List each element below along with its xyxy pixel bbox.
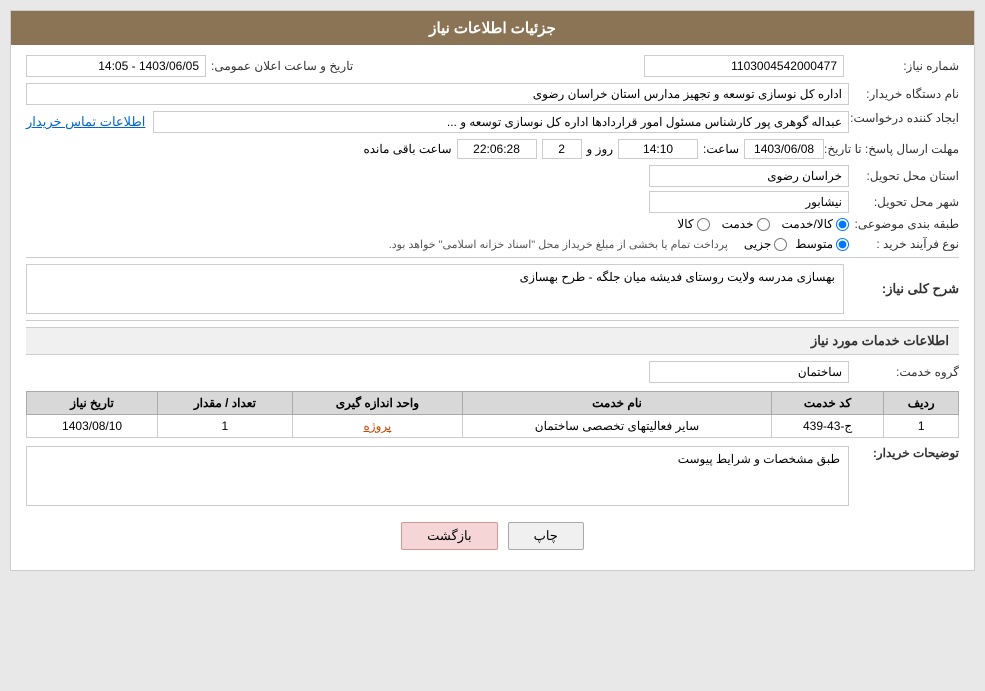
cell-tedad: 1 [158, 415, 292, 438]
ejad-link[interactable]: اطلاعات تماس خریدار [26, 114, 145, 130]
noe-mottasat-radio[interactable] [836, 238, 849, 251]
toseeh-row: توضیحات خریدار: طبق مشخصات و شرایط پیوست [26, 446, 959, 506]
col-radif: ردیف [884, 392, 959, 415]
divider-2 [26, 320, 959, 321]
nam-dastgah-label: نام دستگاه خریدار: [849, 87, 959, 101]
khadamat-section-title: اطلاعات خدمات مورد نیاز [26, 327, 959, 355]
shomar-niaz-value: 1103004542000477 [644, 55, 844, 77]
khadamat-table: ردیف کد خدمت نام خدمت واحد اندازه گیری ت… [26, 391, 959, 438]
sharh-row: شرح کلی نیاز: بهسازی مدرسه ولایت روستای … [26, 264, 959, 314]
noe-mottasat-label: متوسط [795, 237, 833, 251]
cell-nam: سایر فعالیتهای تخصصی ساختمان [463, 415, 772, 438]
ostan-label: استان محل تحویل: [849, 169, 959, 183]
page-wrapper: جزئیات اطلاعات نیاز شماره نیاز: 11030045… [0, 0, 985, 691]
shomar-niaz-group: شماره نیاز: 1103004542000477 [644, 55, 959, 77]
col-tedad: تعداد / مقدار [158, 392, 292, 415]
khadamat-table-section: ردیف کد خدمت نام خدمت واحد اندازه گیری ت… [26, 391, 959, 438]
table-row: 1 ج-43-439 سایر فعالیتهای تخصصی ساختمان … [27, 415, 959, 438]
main-container: جزئیات اطلاعات نیاز شماره نیاز: 11030045… [10, 10, 975, 571]
sharh-label: شرح کلی نیاز: [849, 281, 959, 297]
col-nam: نام خدمت [463, 392, 772, 415]
shahr-row: شهر محل تحویل: نیشابور [26, 191, 959, 213]
noe-radio-group: متوسط جزیی پرداخت تمام یا بخشی از مبلغ خ… [389, 237, 849, 251]
mohlat-roz-value: 2 [542, 139, 582, 159]
noe-farayand-row: نوع فرآیند خرید : متوسط جزیی پرداخت تمام… [26, 237, 959, 251]
cell-vahed[interactable]: پروژه [292, 415, 463, 438]
tabagheh-kala-khadamat-radio[interactable] [836, 218, 849, 231]
ejad-row: ایجاد کننده درخواست: عبداله گوهری پور کا… [26, 111, 959, 133]
buttons-row: چاپ بازگشت [26, 512, 959, 560]
toseeh-text: طبق مشخصات و شرایط پیوست [678, 452, 840, 466]
mohlat-row: مهلت ارسال پاسخ: تا تاریخ: 1403/06/08 سا… [26, 139, 959, 159]
tabagheh-radio-group: کالا/خدمت خدمت کالا [677, 217, 849, 231]
ejad-label: ایجاد کننده درخواست: [849, 111, 959, 125]
tabagheh-kala-khadamat-label: کالا/خدمت [782, 217, 833, 231]
tabagheh-row: طبقه بندی موضوعی: کالا/خدمت خدمت کالا [26, 217, 959, 231]
mohlat-saat-label: ساعت: [703, 142, 739, 156]
tabagheh-kala-label: کالا [677, 217, 693, 231]
ostan-value: خراسان رضوی [649, 165, 849, 187]
tarikh-label: تاریخ و ساعت اعلان عمومی: [211, 59, 353, 73]
noe-desc: پرداخت تمام یا بخشی از مبلغ خریداز محل "… [389, 238, 728, 251]
noe-mottasat[interactable]: متوسط [795, 237, 849, 251]
tabagheh-kala-radio[interactable] [697, 218, 710, 231]
cell-tarikh: 1403/08/10 [27, 415, 158, 438]
mohlat-countdown: 22:06:28 [457, 139, 537, 159]
toseeh-value: طبق مشخصات و شرایط پیوست [26, 446, 849, 506]
tarikh-group: تاریخ و ساعت اعلان عمومی: 1403/06/05 - 1… [26, 55, 353, 77]
mohlat-countdown-area: 1403/06/08 ساعت: 14:10 روز و 2 22:06:28 … [363, 139, 824, 159]
tarikh-value: 1403/06/05 - 14:05 [26, 55, 206, 77]
tabagheh-kala-khadamat[interactable]: کالا/خدمت [782, 217, 849, 231]
noe-jozei[interactable]: جزیی [744, 237, 787, 251]
content-area: شماره نیاز: 1103004542000477 تاریخ و ساع… [11, 45, 974, 570]
mohlat-roz-label: روز و [587, 142, 614, 156]
mohlat-date: 1403/06/08 [744, 139, 824, 159]
noe-jozei-label: جزیی [744, 237, 771, 251]
gorooh-row: گروه خدمت: ساختمان [26, 361, 959, 383]
shahr-value: نیشابور [649, 191, 849, 213]
shahr-label: شهر محل تحویل: [849, 195, 959, 209]
gorooh-label: گروه خدمت: [849, 365, 959, 379]
ostan-row: استان محل تحویل: خراسان رضوی [26, 165, 959, 187]
col-tarikh: تاریخ نیاز [27, 392, 158, 415]
mohlat-label: مهلت ارسال پاسخ: تا تاریخ: [824, 142, 959, 156]
sharh-value: بهسازی مدرسه ولایت روستای فدیشه میان جلگ… [26, 264, 844, 314]
tabagheh-khadamat-label: خدمت [722, 217, 754, 231]
toseeh-label: توضیحات خریدار: [849, 446, 959, 460]
tabagheh-kala[interactable]: کالا [677, 217, 709, 231]
ejad-value: عبداله گوهری پور کارشناس مسئول امور قرار… [153, 111, 849, 133]
gorooh-value: ساختمان [649, 361, 849, 383]
nam-dastgah-value: اداره کل نوسازی توسعه و تجهیز مدارس استا… [26, 83, 849, 105]
divider-1 [26, 257, 959, 258]
mohlat-saat-value: 14:10 [618, 139, 698, 159]
col-kod: کد خدمت [771, 392, 884, 415]
mohlat-mande: ساعت باقی مانده [363, 142, 451, 156]
tabagheh-khadamat[interactable]: خدمت [722, 217, 770, 231]
col-vahed: واحد اندازه گیری [292, 392, 463, 415]
tabagheh-label: طبقه بندی موضوعی: [849, 217, 959, 231]
page-title: جزئیات اطلاعات نیاز [11, 11, 974, 45]
nam-dastgah-row: نام دستگاه خریدار: اداره کل نوسازی توسعه… [26, 83, 959, 105]
top-info-row: شماره نیاز: 1103004542000477 تاریخ و ساع… [26, 55, 959, 77]
shomar-niaz-label: شماره نیاز: [849, 59, 959, 73]
noe-jozei-radio[interactable] [774, 238, 787, 251]
noe-farayand-label: نوع فرآیند خرید : [849, 237, 959, 251]
cell-radif: 1 [884, 415, 959, 438]
chap-button[interactable]: چاپ [508, 522, 584, 550]
bazgasht-button[interactable]: بازگشت [401, 522, 497, 550]
cell-kod: ج-43-439 [771, 415, 884, 438]
tabagheh-khadamat-radio[interactable] [757, 218, 770, 231]
